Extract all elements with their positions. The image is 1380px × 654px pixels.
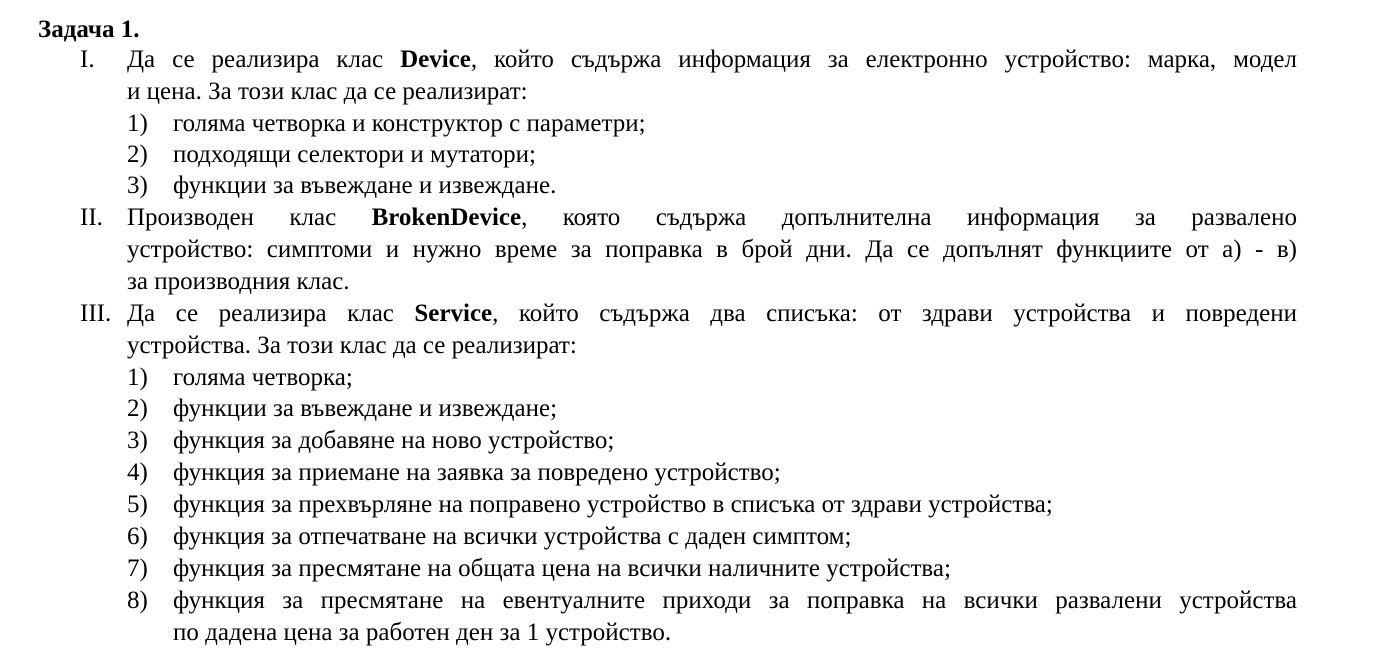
list-item: 3) функция за добавяне на ново устройство… <box>127 425 614 457</box>
section-line: устройства. За този клас да се реализира… <box>127 332 577 359</box>
text-run: Да се реализира клас <box>127 300 415 327</box>
item-text: функция за пресмятане на общата цена на … <box>173 555 951 582</box>
list-item: 2) функции за въвеждане и извеждане; <box>127 393 557 425</box>
item-number: 6) <box>127 523 148 550</box>
section-numeral: II. <box>80 204 103 231</box>
item-text-line: по дадена цена за работен ден за 1 устро… <box>173 619 672 646</box>
item-number: 7) <box>127 555 148 582</box>
item-text: функция за прехвърляне на поправено устр… <box>173 491 1053 518</box>
list-item: 1) голяма четворка; <box>127 362 353 394</box>
section-text: Да се реализира клас Device, който съдър… <box>127 44 1297 108</box>
section-line: и цена. За този клас да се реализират: <box>127 78 528 105</box>
item-number: 1) <box>127 364 148 391</box>
section-line: Производен клас BrokenDevice, която съдъ… <box>127 202 1297 234</box>
section-numeral: III. <box>80 300 112 327</box>
section-line: Да се реализира клас Service, който съдъ… <box>127 298 1297 330</box>
text-run: , която съдържа допълнителна информация … <box>521 204 1298 231</box>
item-number: 2) <box>127 141 148 168</box>
item-text: голяма четворка; <box>173 364 353 391</box>
item-text: функция за пресмятане на евентуалните пр… <box>173 585 1297 649</box>
class-name-device: Device <box>400 46 471 73</box>
document-page: Задача 1. I. Да се реализира клас Device… <box>0 0 1380 654</box>
item-number: 5) <box>127 491 148 518</box>
item-number: 4) <box>127 459 148 486</box>
item-number: 3) <box>127 427 148 454</box>
list-item: 3) функции за въвеждане и извеждане. <box>127 170 556 202</box>
text-run: , който съдържа информация за електронно… <box>470 46 1297 73</box>
item-text: функции за въвеждане и извеждане. <box>173 172 557 199</box>
section-line: за производния клас. <box>127 268 350 295</box>
list-item: 1) голяма четворка и конструктор с параме… <box>127 108 646 140</box>
list-item: 6) функция за отпечатване на всички устро… <box>127 521 851 553</box>
item-text: функция за отпечатване на всички устройс… <box>173 523 852 550</box>
class-name-brokendevice: BrokenDevice <box>371 204 522 231</box>
task-title: Задача 1. <box>38 16 140 43</box>
item-number: 2) <box>127 395 148 422</box>
list-item: 2) подходящи селектори и мутатори; <box>127 139 536 171</box>
item-text: подходящи селектори и мутатори; <box>173 141 536 168</box>
item-text: голяма четворка и конструктор с параметр… <box>173 110 646 137</box>
section-text: Производен клас BrokenDevice, която съдъ… <box>127 202 1297 298</box>
list-item: 7) функция за пресмятане на общата цена н… <box>127 553 951 585</box>
list-item: 4) функция за приемане на заявка за повре… <box>127 457 781 489</box>
section-line: устройство: симптоми и нужно време за по… <box>127 236 1297 263</box>
item-text-line: функция за пресмятане на евентуалните пр… <box>173 587 1297 614</box>
text-run: , който съдържа два списъка: от здрави у… <box>492 300 1297 327</box>
item-number: 8) <box>127 587 148 614</box>
item-number: 3) <box>127 172 148 199</box>
section-numeral: I. <box>80 46 95 73</box>
text-run: Да се реализира клас <box>127 46 401 73</box>
list-item: 5) функция за прехвърляне на поправено ус… <box>127 489 1053 521</box>
item-text: функция за приемане на заявка за повреде… <box>173 459 781 486</box>
text-run: Производен клас <box>127 204 372 231</box>
item-number: 1) <box>127 110 148 137</box>
item-text: функция за добавяне на ново устройство; <box>173 427 615 454</box>
section-line: Да се реализира клас Device, който съдър… <box>127 44 1297 76</box>
class-name-service: Service <box>414 300 493 327</box>
section-text: Да се реализира клас Service, който съдъ… <box>127 298 1297 362</box>
item-text: функции за въвеждане и извеждане; <box>173 395 558 422</box>
